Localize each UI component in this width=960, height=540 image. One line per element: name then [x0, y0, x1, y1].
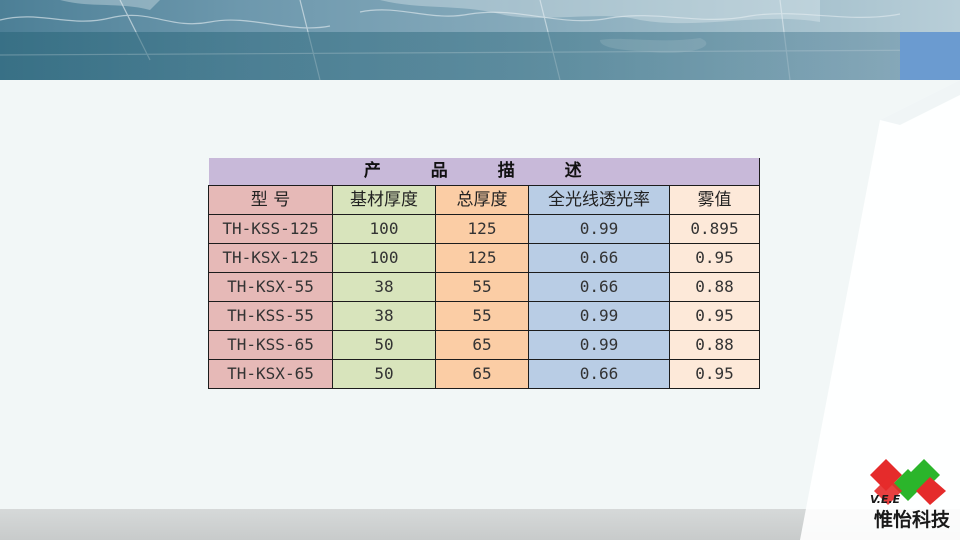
table-title-row: 产 品 描 述	[208, 158, 760, 186]
cell-total-thickness: 65	[435, 359, 529, 389]
cell-transmittance: 0.99	[528, 301, 670, 331]
cell-model: TH-KSS-125	[208, 214, 333, 244]
table-row: TH-KSS-125 100 125 0.99 0.895	[208, 214, 760, 244]
table-row: TH-KSX-125 100 125 0.66 0.95	[208, 243, 760, 273]
company-name: 惟怡科技	[874, 509, 951, 531]
cell-model: TH-KSS-65	[208, 330, 333, 360]
header-total-thickness: 总厚度	[435, 185, 529, 215]
cell-transmittance: 0.99	[528, 214, 670, 244]
cell-total-thickness: 55	[435, 272, 529, 302]
header-haze: 雾值	[669, 185, 760, 215]
cell-model: TH-KSX-65	[208, 359, 333, 389]
cell-base-thickness: 100	[332, 243, 436, 273]
cell-haze: 0.95	[669, 243, 760, 273]
cell-base-thickness: 38	[332, 301, 436, 331]
table-header-row: 型 号 基材厚度 总厚度 全光线透光率 雾值	[208, 185, 760, 215]
cell-total-thickness: 125	[435, 214, 529, 244]
table-row: TH-KSX-65 50 65 0.66 0.95	[208, 359, 760, 389]
table-row: TH-KSS-55 38 55 0.99 0.95	[208, 301, 760, 331]
cell-transmittance: 0.66	[528, 359, 670, 389]
cell-model: TH-KSX-55	[208, 272, 333, 302]
cell-base-thickness: 100	[332, 214, 436, 244]
cell-transmittance: 0.66	[528, 272, 670, 302]
table-title: 产 品 描 述	[208, 158, 760, 186]
header-model: 型 号	[208, 185, 333, 215]
cell-transmittance: 0.66	[528, 243, 670, 273]
product-table: 产 品 描 述 型 号 基材厚度 总厚度 全光线透光率 雾值 TH-KSS-12…	[208, 158, 760, 389]
table-row: TH-KSX-55 38 55 0.66 0.88	[208, 272, 760, 302]
cell-model: TH-KSX-125	[208, 243, 333, 273]
cell-total-thickness: 55	[435, 301, 529, 331]
cell-haze: 0.95	[669, 359, 760, 389]
table-row: TH-KSS-65 50 65 0.99 0.88	[208, 330, 760, 360]
cell-haze: 0.895	[669, 214, 760, 244]
cell-base-thickness: 50	[332, 330, 436, 360]
cell-haze: 0.95	[669, 301, 760, 331]
cell-total-thickness: 65	[435, 330, 529, 360]
cell-base-thickness: 50	[332, 359, 436, 389]
header-transmittance: 全光线透光率	[528, 185, 670, 215]
cell-total-thickness: 125	[435, 243, 529, 273]
cell-model: TH-KSS-55	[208, 301, 333, 331]
cell-haze: 0.88	[669, 272, 760, 302]
cell-haze: 0.88	[669, 330, 760, 360]
cell-transmittance: 0.99	[528, 330, 670, 360]
cell-base-thickness: 38	[332, 272, 436, 302]
header-base-thickness: 基材厚度	[332, 185, 436, 215]
